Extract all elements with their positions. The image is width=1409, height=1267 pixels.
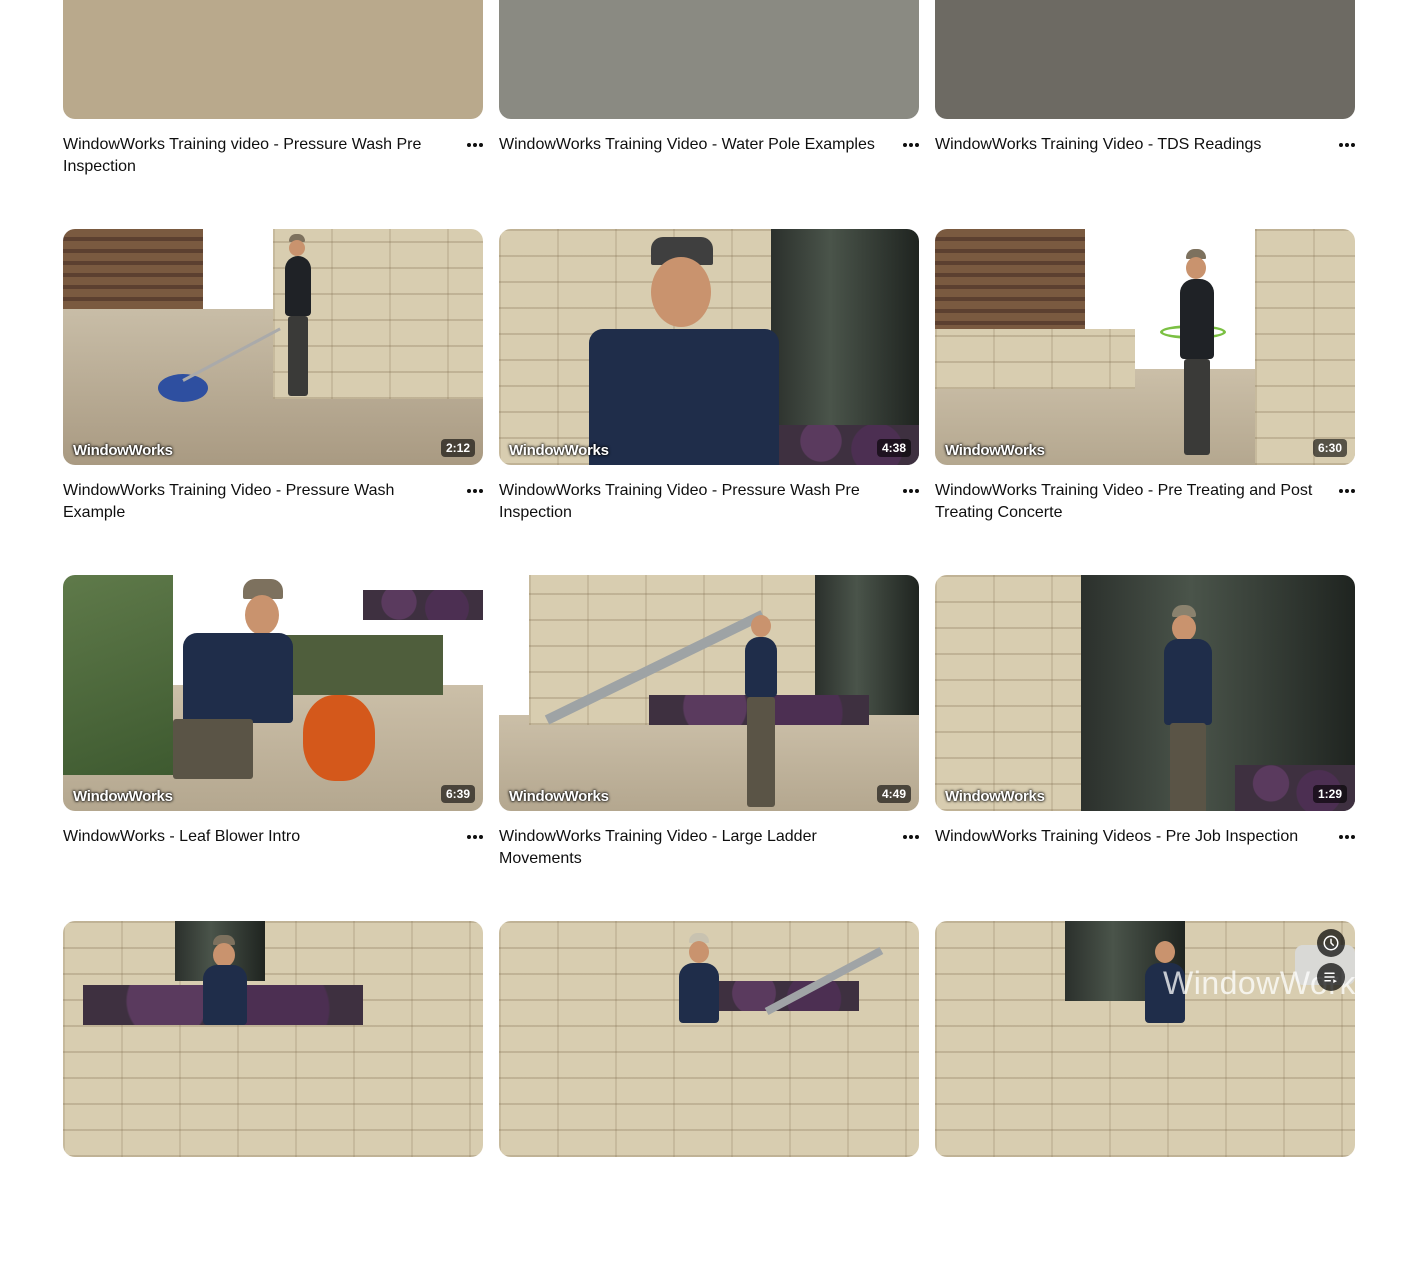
video-thumbnail[interactable]: [63, 921, 483, 1157]
video-thumbnail[interactable]: WindowWorks 2:12: [63, 229, 483, 465]
video-card[interactable]: WindowWorks 6:39 WindowWorks - Leaf Blow…: [63, 575, 483, 921]
video-thumbnail[interactable]: [63, 0, 483, 119]
thumbnail-image: [499, 575, 919, 811]
channel-watermark: WindowWorks: [509, 788, 609, 805]
video-thumbnail[interactable]: WindowWorks 4:49: [499, 575, 919, 811]
video-thumbnail[interactable]: [935, 0, 1355, 119]
video-card[interactable]: WindowWorks 1:29 WindowWorks Training Vi…: [935, 575, 1355, 921]
video-card[interactable]: WindowWorks 6:30 WindowWorks Training Vi…: [935, 229, 1355, 575]
duration-badge: 2:12: [440, 439, 475, 457]
thumbnail-image: [63, 921, 483, 1157]
video-title[interactable]: WindowWorks Training Video - Large Ladde…: [499, 826, 881, 870]
more-options-icon[interactable]: [461, 480, 489, 502]
add-to-queue-icon[interactable]: [1317, 963, 1345, 991]
video-thumbnail[interactable]: WindowWorks 4:38: [499, 229, 919, 465]
video-card[interactable]: [499, 921, 919, 1267]
more-options-icon[interactable]: [897, 826, 925, 848]
video-card[interactable]: WindowWorks 4:49 WindowWorks Training Vi…: [499, 575, 919, 921]
more-options-icon[interactable]: [461, 826, 489, 848]
more-options-icon[interactable]: [461, 134, 489, 156]
video-title[interactable]: WindowWorks Training Videos - Pre Job In…: [935, 826, 1317, 848]
thumbnail-image: [63, 575, 483, 811]
video-title[interactable]: WindowWorks Training Video - Pressure Wa…: [63, 480, 445, 524]
thumbnail-image: [935, 575, 1355, 811]
video-title[interactable]: WindowWorks Training Video - TDS Reading…: [935, 134, 1317, 156]
video-title[interactable]: WindowWorks - Leaf Blower Intro: [63, 826, 445, 848]
duration-badge: 1:29: [1312, 785, 1347, 803]
video-card[interactable]: [63, 921, 483, 1267]
video-title[interactable]: WindowWorks Training Video - Pressure Wa…: [499, 480, 881, 524]
video-card[interactable]: WindowWorks Training Video - TDS Reading…: [935, 0, 1355, 229]
duration-badge: 6:30: [1312, 439, 1347, 457]
channel-watermark: WindowWorks: [509, 442, 609, 459]
video-card[interactable]: WindowWorks 4:38 WindowWorks Training Vi…: [499, 229, 919, 575]
thumbnail-image: [499, 229, 919, 465]
video-thumbnail[interactable]: WindowWorks 6:39: [63, 575, 483, 811]
video-thumbnail[interactable]: [499, 921, 919, 1157]
duration-badge: 4:49: [876, 785, 911, 803]
video-thumbnail[interactable]: WindowWorks 6:30: [935, 229, 1355, 465]
video-thumbnail[interactable]: [499, 0, 919, 119]
thumbnail-image: [935, 921, 1355, 1157]
duration-badge: 6:39: [440, 785, 475, 803]
channel-watermark: WindowWorks: [945, 788, 1045, 805]
video-thumbnail[interactable]: WindowWorks: [935, 921, 1355, 1157]
video-card[interactable]: WindowWorks Training Video - Water Pole …: [499, 0, 919, 229]
thumbnail-image: [63, 229, 483, 465]
video-card[interactable]: WindowWorks 2:12 WindowWorks Training Vi…: [63, 229, 483, 575]
video-grid: WindowWorks Training video - Pressure Wa…: [63, 0, 1355, 1267]
more-options-icon[interactable]: [897, 134, 925, 156]
video-title[interactable]: WindowWorks Training video - Pressure Wa…: [63, 134, 445, 178]
duration-badge: 4:38: [876, 439, 911, 457]
watch-later-icon[interactable]: [1317, 929, 1345, 957]
channel-watermark: WindowWorks: [945, 442, 1045, 459]
more-options-icon[interactable]: [897, 480, 925, 502]
video-card[interactable]: WindowWorks: [935, 921, 1355, 1267]
more-options-icon[interactable]: [1333, 480, 1361, 502]
thumbnail-image: [499, 921, 919, 1157]
more-options-icon[interactable]: [1333, 134, 1361, 156]
more-options-icon[interactable]: [1333, 826, 1361, 848]
video-thumbnail[interactable]: WindowWorks 1:29: [935, 575, 1355, 811]
video-title[interactable]: WindowWorks Training Video - Water Pole …: [499, 134, 881, 156]
channel-watermark: WindowWorks: [73, 442, 173, 459]
video-title[interactable]: WindowWorks Training Video - Pre Treatin…: [935, 480, 1317, 524]
thumbnail-image: [935, 229, 1355, 465]
hover-action-buttons: [1317, 929, 1345, 997]
video-card[interactable]: WindowWorks Training video - Pressure Wa…: [63, 0, 483, 229]
channel-watermark: WindowWorks: [73, 788, 173, 805]
